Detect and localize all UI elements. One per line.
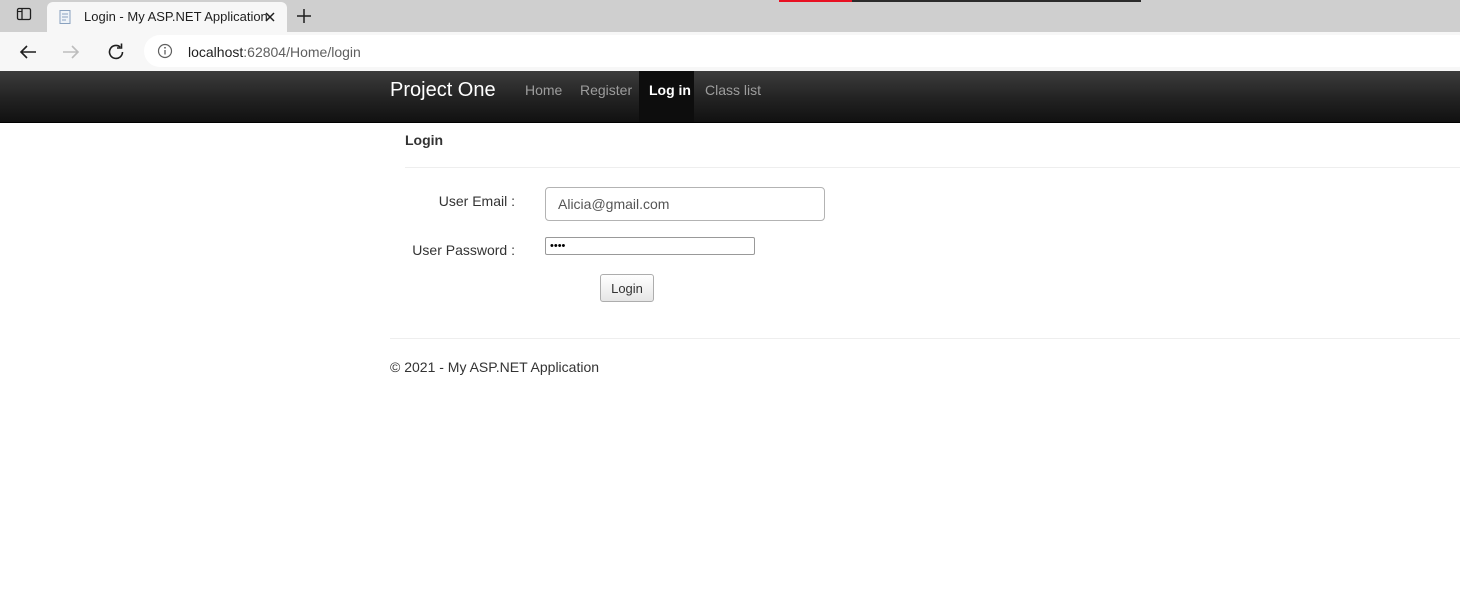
forward-arrow-icon[interactable] xyxy=(60,41,82,63)
nav-register[interactable]: Register xyxy=(580,71,632,122)
footer-copyright: © 2021 - My ASP.NET Application xyxy=(390,359,600,375)
email-label: User Email : xyxy=(438,193,515,209)
page-favicon-icon xyxy=(58,9,74,30)
plus-icon[interactable] xyxy=(294,6,314,31)
brand-link[interactable]: Project One xyxy=(390,79,496,102)
email-field[interactable] xyxy=(545,187,825,221)
url-text: localhost:62804/Home/login xyxy=(188,44,361,60)
back-arrow-icon[interactable] xyxy=(17,41,39,63)
browser-tab-active[interactable]: Login - My ASP.NET Application xyxy=(47,2,287,32)
nav-home[interactable]: Home xyxy=(525,71,562,122)
site-navbar: Project One Home Register Log in Class l… xyxy=(0,71,1460,123)
divider xyxy=(405,167,1460,168)
tab-actions-button[interactable] xyxy=(10,6,38,26)
address-bar[interactable]: localhost:62804/Home/login xyxy=(144,35,1460,67)
media-progress-indicator xyxy=(779,0,852,2)
tab-title: Login - My ASP.NET Application xyxy=(84,9,268,24)
url-host: localhost xyxy=(188,44,244,60)
password-label: User Password : xyxy=(412,242,515,258)
page-title: Login xyxy=(405,132,444,148)
login-button[interactable]: Login xyxy=(600,274,654,302)
browser-tabstrip: Login - My ASP.NET Application xyxy=(0,0,1460,32)
sidebar-toggle-icon xyxy=(16,6,32,27)
media-progress-track xyxy=(852,0,1141,2)
browser-toolbar: localhost:62804/Home/login xyxy=(0,32,1460,71)
footer-divider xyxy=(390,338,1460,339)
info-icon[interactable] xyxy=(157,43,173,64)
password-field[interactable] xyxy=(545,237,755,255)
nav-login[interactable]: Log in xyxy=(639,71,694,122)
url-path: :62804/Home/login xyxy=(243,44,361,60)
close-icon[interactable] xyxy=(263,10,277,29)
reload-icon[interactable] xyxy=(105,41,127,63)
nav-class-list[interactable]: Class list xyxy=(705,71,761,122)
